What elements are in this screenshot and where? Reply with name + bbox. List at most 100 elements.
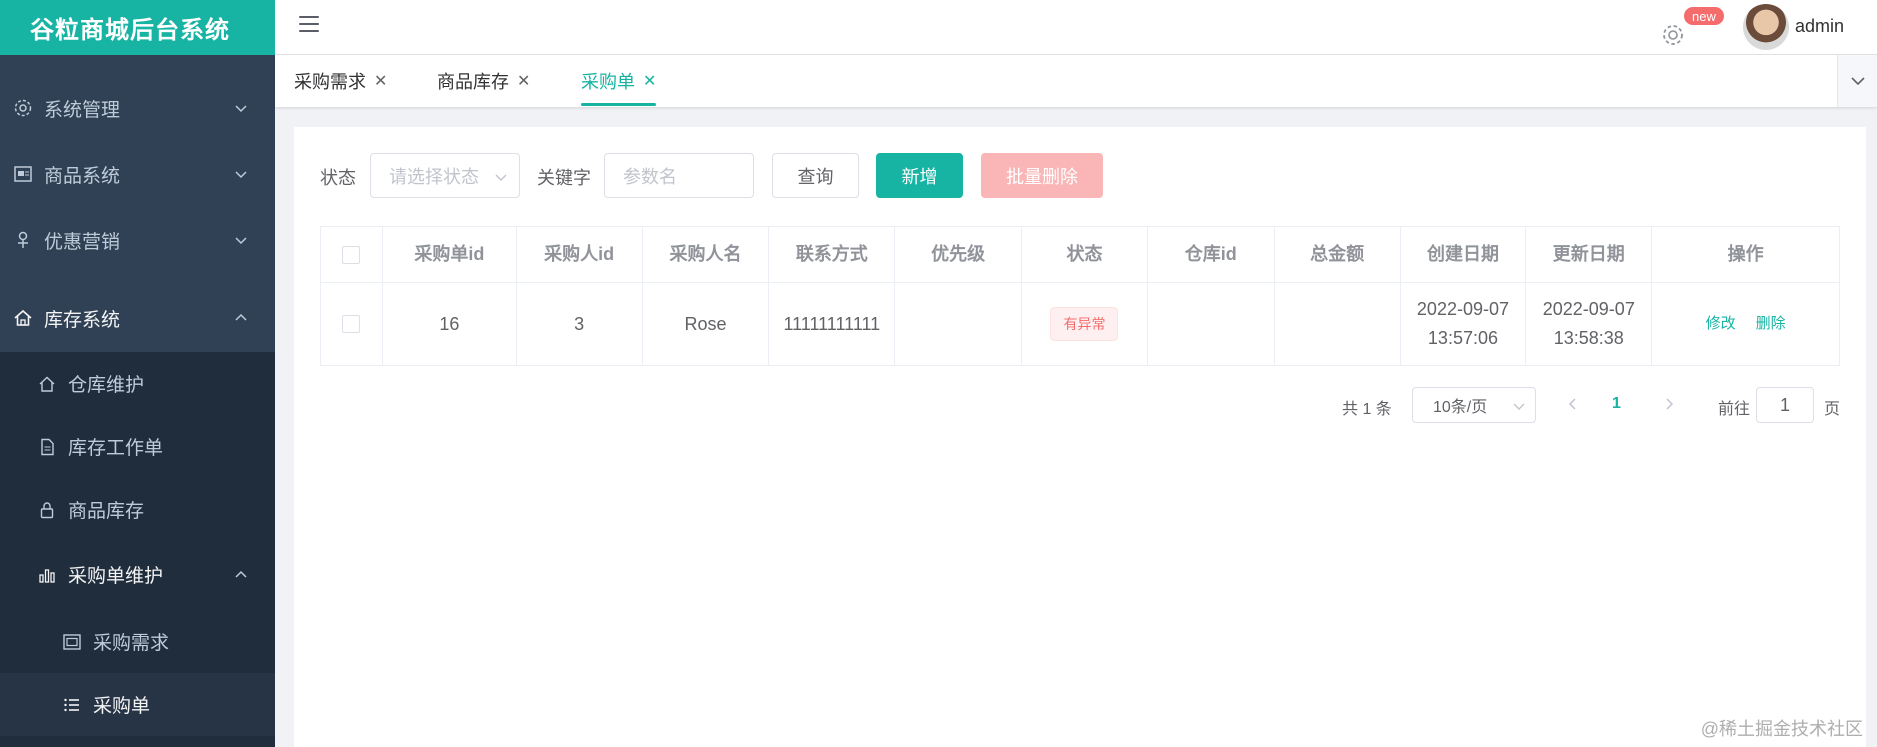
sidebar-item-purchase-maintain[interactable]: 采购单维护 [0,543,275,606]
status-select[interactable]: 请选择状态 [370,153,520,198]
create-time: 13:57:06 [1427,328,1498,348]
column-header[interactable]: 采购人id [517,227,643,282]
row-select-cell [321,283,383,365]
cell-assignee-id: 3 [517,283,643,365]
cell-status: 有异常 [1022,283,1148,365]
tab-label: 商品库存 [437,72,509,92]
column-header[interactable]: 联系方式 [769,227,896,282]
sidebar-item-label: 库存系统 [44,309,121,331]
cell-ware-id [1148,283,1275,365]
sidebar-item-stock-task[interactable]: 库存工作单 [0,415,275,478]
tab-goods-stock[interactable]: 商品库存 ✕ [437,55,530,107]
column-header[interactable]: 采购人名 [643,227,770,282]
main-card: 状态 请选择状态 关键字 参数名 查询 新增 批量删除 采购单id 采购人id … [294,127,1866,747]
close-icon[interactable]: ✕ [643,71,656,91]
page-size-select[interactable]: 10条/页 [1412,387,1536,423]
avatar[interactable] [1743,4,1789,50]
coupon-icon [12,229,34,251]
batch-delete-button[interactable]: 批量删除 [981,153,1103,198]
sidebar-item-goods[interactable]: 商品系统 [0,141,275,207]
page-suffix: 页 [1824,401,1841,418]
table-header: 采购单id 采购人id 采购人名 联系方式 优先级 状态 仓库id 总金额 创建… [321,227,1839,283]
prev-page-icon[interactable] [1566,397,1580,411]
column-header: 操作 [1727,244,1764,265]
tab-label: 采购需求 [294,72,366,92]
sidebar-item-coupon[interactable]: 优惠营销 [0,207,275,273]
tags-bar: 采购需求 ✕ 商品库存 ✕ 采购单 ✕ [275,55,1877,107]
chevron-down-icon [235,105,247,113]
cell-phone: 11111111111 [769,283,896,365]
column-header[interactable]: 采购单id [383,227,517,282]
house-icon [36,373,58,395]
sidebar-item-system[interactable]: 系统管理 [0,75,275,141]
sidebar: 谷粒商城后台系统 系统管理 商品系统 优惠营销 库存系统 仓库维护 库存工作单 … [0,0,275,747]
purchase-table: 采购单id 采购人id 采购人名 联系方式 优先级 状态 仓库id 总金额 创建… [320,226,1840,366]
chevron-down-icon [235,171,247,179]
list-icon [61,694,83,716]
sidebar-item-purchase-order[interactable]: 采购单 [0,673,275,736]
chevron-down-icon [1850,77,1865,86]
sidebar-item-label: 仓库维护 [68,375,145,396]
table-row: 16 3 Rose 11111111111 有异常 2022-09-07 13:… [321,283,1839,365]
chevron-up-icon [235,313,247,321]
chevron-down-icon [495,174,507,181]
app-logo-title: 谷粒商城后台系统 [0,0,275,55]
settings-gear-icon[interactable] [1660,14,1686,45]
gear-icon [12,97,34,119]
column-header[interactable]: 创建日期 [1401,227,1527,282]
query-button[interactable]: 查询 [772,153,859,198]
keyword-label: 关键字 [537,168,591,188]
sidebar-item-label: 优惠营销 [44,231,121,253]
next-page-icon[interactable] [1662,397,1676,411]
sidebar-item-inventory[interactable]: 库存系统 [0,285,275,351]
sidebar-item-label: 采购单维护 [68,566,164,587]
edit-link[interactable]: 修改 [1706,312,1736,336]
close-icon[interactable]: ✕ [517,71,530,91]
column-header[interactable]: 仓库id [1148,227,1275,282]
update-time: 13:58:38 [1553,328,1624,348]
document-icon [36,436,58,458]
select-all-cell [321,227,383,282]
column-header[interactable]: 总金额 [1275,227,1401,282]
username[interactable]: admin [1795,16,1844,37]
current-page[interactable]: 1 [1612,395,1621,413]
goods-icon [12,163,34,185]
tab-label: 采购单 [581,72,635,92]
page-size-value: 10条/页 [1433,399,1488,416]
status-label: 状态 [320,168,356,188]
keyword-input[interactable]: 参数名 [604,153,754,198]
sidebar-item-label: 采购需求 [93,633,170,654]
column-header[interactable]: 更新日期 [1526,227,1653,282]
tab-purchase-demand[interactable]: 采购需求 ✕ [294,55,387,107]
sidebar-item-purchase-demand[interactable]: 采购需求 [0,610,275,673]
hamburger-icon[interactable] [299,16,319,34]
cell-update-date: 2022-09-07 13:58:38 [1526,283,1653,365]
column-header[interactable]: 优先级 [895,227,1023,282]
sidebar-item-warehouse[interactable]: 仓库维护 [0,352,275,415]
select-all-checkbox[interactable] [342,245,361,264]
tab-purchase-order[interactable]: 采购单 ✕ [581,55,657,107]
delete-link[interactable]: 删除 [1756,312,1786,336]
add-button[interactable]: 新增 [876,153,963,198]
row-checkbox[interactable] [342,315,361,333]
status-badge: 有异常 [1050,307,1119,341]
cell-assignee-name: Rose [643,283,770,365]
home-icon [12,307,34,329]
cell-create-date: 2022-09-07 13:57:06 [1401,283,1527,365]
sidebar-item-label: 商品系统 [44,165,121,187]
sidebar-item-goods-stock[interactable]: 商品库存 [0,478,275,541]
watermark: @稀土掘金技术社区 [1700,719,1863,739]
tabs-dropdown-button[interactable] [1837,55,1877,107]
topbar: new admin [275,0,1877,55]
column-header[interactable]: 状态 [1022,227,1148,282]
picture-icon [61,631,83,653]
create-date: 2022-09-07 [1416,299,1509,320]
update-date: 2022-09-07 [1542,299,1635,320]
close-icon[interactable]: ✕ [374,71,387,91]
goto-page-input[interactable]: 1 [1756,387,1814,423]
sidebar-item-label: 系统管理 [44,99,121,121]
lock-icon [36,499,58,521]
status-select-placeholder: 请选择状态 [389,166,479,187]
chevron-up-icon [235,570,247,578]
chevron-down-icon [1513,403,1525,410]
